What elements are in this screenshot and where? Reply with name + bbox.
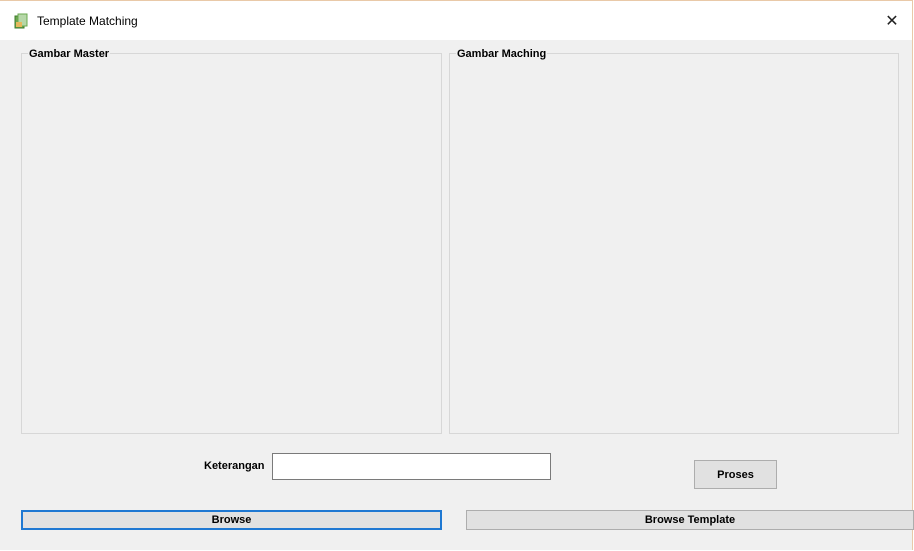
group-gambar-master-label: Gambar Master: [28, 47, 111, 61]
browse-button[interactable]: Browse: [21, 510, 442, 530]
main-window: Template Matching ✕ Gambar Master Gambar…: [0, 0, 914, 550]
close-icon: ✕: [885, 12, 899, 30]
close-button[interactable]: ✕: [872, 1, 912, 40]
browse-template-button[interactable]: Browse Template: [466, 510, 914, 530]
group-gambar-maching-label: Gambar Maching: [456, 47, 548, 61]
keterangan-label: Keterangan: [204, 460, 265, 472]
group-gambar-master: Gambar Master: [21, 47, 442, 434]
proses-button[interactable]: Proses: [694, 460, 777, 489]
title-bar[interactable]: Template Matching ✕: [0, 1, 912, 40]
group-gambar-maching: Gambar Maching: [449, 47, 899, 434]
app-icon: [14, 13, 28, 29]
keterangan-input[interactable]: [272, 453, 551, 480]
window-title: Template Matching: [37, 14, 138, 28]
